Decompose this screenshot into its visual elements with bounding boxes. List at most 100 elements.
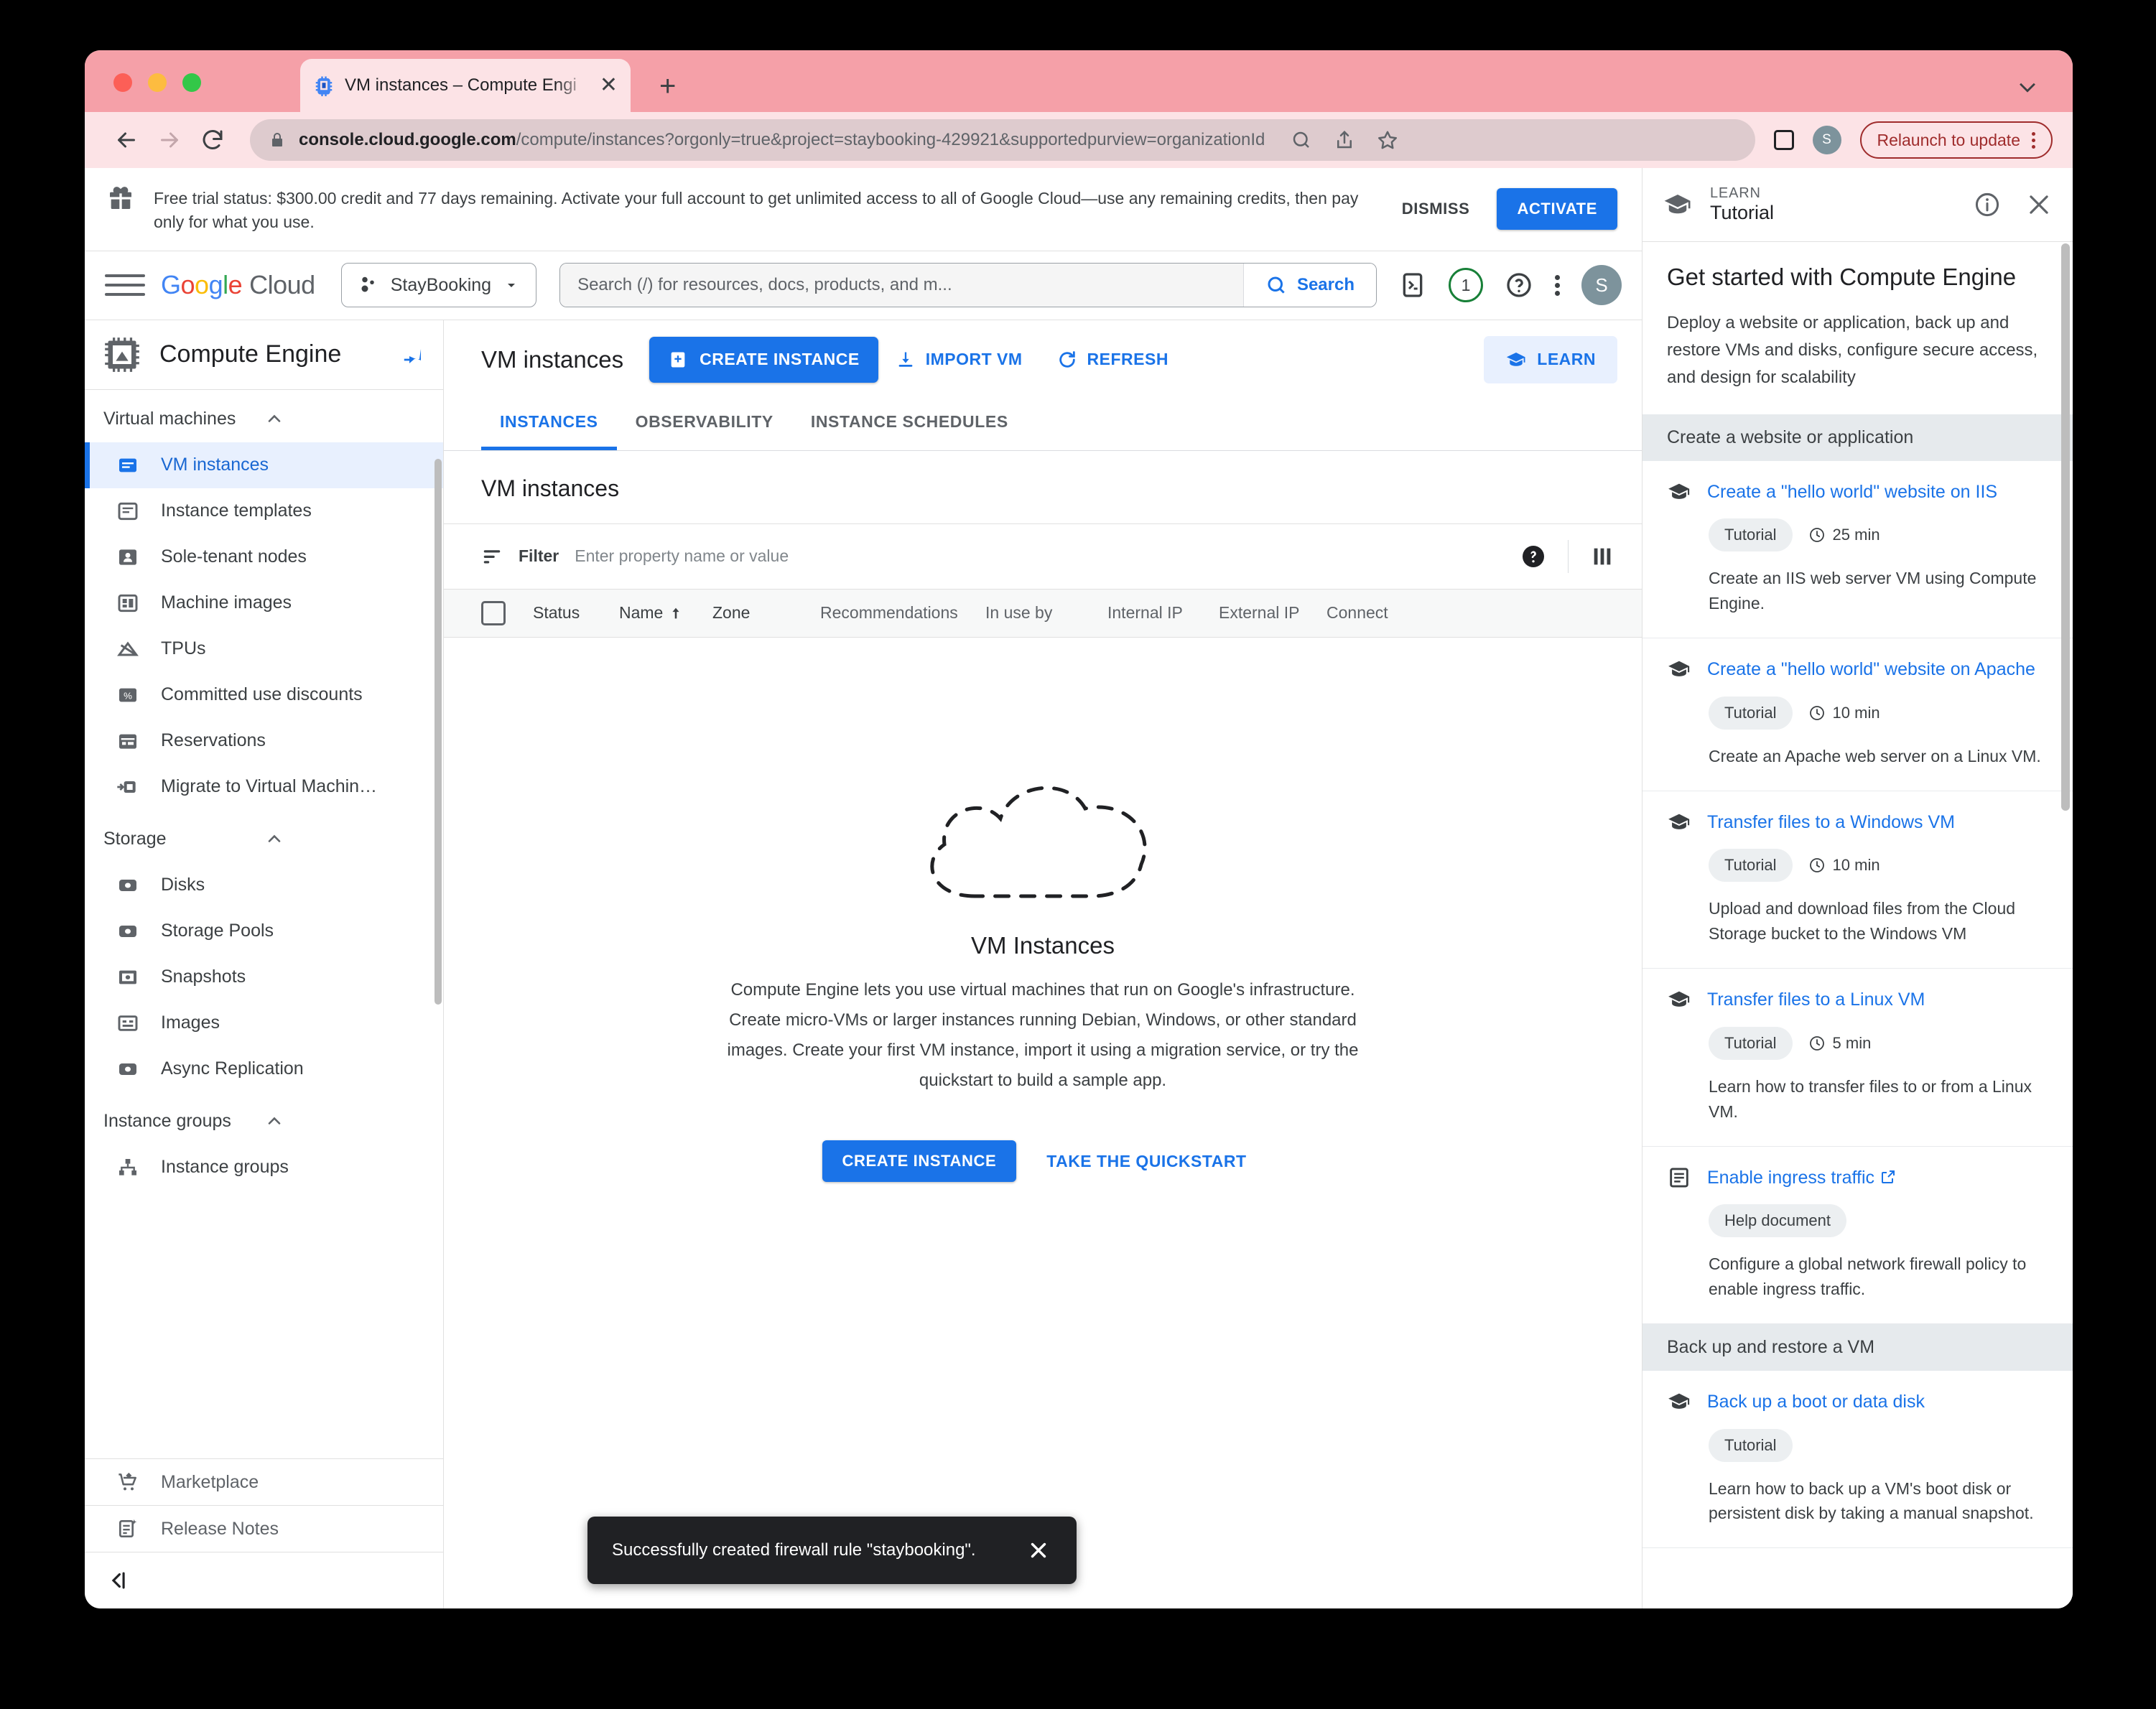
create-instance-button[interactable]: CREATE INSTANCE — [649, 337, 878, 383]
relaunch-to-update-button[interactable]: Relaunch to update — [1860, 121, 2053, 159]
search-icon[interactable] — [1291, 129, 1312, 151]
sidebar-item-snapshots[interactable]: Snapshots — [85, 954, 443, 1000]
search-button[interactable]: Search — [1243, 264, 1376, 307]
notifications-badge[interactable]: 1 — [1449, 268, 1483, 302]
select-all-checkbox[interactable] — [481, 601, 506, 625]
page-title: VM instances — [481, 346, 623, 373]
more-options-icon[interactable] — [1555, 275, 1560, 296]
toast-notification: Successfully created firewall rule "stay… — [587, 1517, 1077, 1584]
sidebar-item-machine-images[interactable]: Machine images — [85, 580, 443, 626]
toast-close-button[interactable] — [1026, 1538, 1051, 1563]
forward-button[interactable] — [148, 118, 191, 162]
gift-icon — [106, 184, 135, 213]
chevron-up-icon — [264, 1111, 425, 1131]
sidebar-item-sole-tenant-nodes[interactable]: Sole-tenant nodes — [85, 534, 443, 580]
activate-button[interactable]: ACTIVATE — [1497, 188, 1617, 230]
tutorial-card-title[interactable]: Transfer files to a Linux VM — [1707, 987, 1925, 1012]
column-header-recommendations[interactable]: Recommendations — [820, 603, 985, 623]
sidebar-group-header[interactable]: Instance groups — [85, 1092, 443, 1145]
column-header-internal-ip[interactable]: Internal IP — [1107, 603, 1219, 623]
search-input[interactable]: Search (/) for resources, docs, products… — [560, 264, 1243, 307]
column-header-status[interactable]: Status — [533, 603, 619, 623]
tab-observability[interactable]: OBSERVABILITY — [617, 396, 792, 450]
tutorial-card-link-row[interactable]: Transfer files to a Windows VM — [1667, 810, 2048, 835]
learn-button[interactable]: LEARN — [1484, 336, 1617, 383]
sidebar-item-vm-instances[interactable]: VM instances — [85, 442, 443, 488]
tutorial-card-link-row[interactable]: Create a "hello world" website on IIS — [1667, 480, 2048, 505]
tutorial-card-link-row[interactable]: Back up a boot or data disk — [1667, 1389, 2048, 1415]
column-header-external-ip[interactable]: External IP — [1219, 603, 1326, 623]
global-search[interactable]: Search (/) for resources, docs, products… — [559, 263, 1377, 307]
sidebar-scrollbar[interactable] — [435, 459, 442, 1005]
bookmark-star-icon[interactable] — [1377, 129, 1398, 151]
maximize-window-button[interactable] — [182, 73, 201, 92]
minimize-window-button[interactable] — [148, 73, 167, 92]
column-header-name-sorted[interactable]: Name — [619, 603, 712, 623]
column-display-options-icon[interactable] — [1590, 544, 1614, 569]
sidebar-item-instance-templates[interactable]: Instance templates — [85, 488, 443, 534]
tutorial-card-link-row[interactable]: Create a "hello world" website on Apache — [1667, 657, 2048, 682]
sidebar-group-header[interactable]: Virtual machines — [85, 390, 443, 442]
close-icon[interactable] — [2025, 191, 2053, 218]
sidebar-item-migrate-to-virtual-machin[interactable]: Migrate to Virtual Machin… — [85, 764, 443, 810]
tutorial-scrollbar[interactable] — [2061, 243, 2070, 811]
sidebar-item-instance-groups[interactable]: Instance groups — [85, 1145, 443, 1191]
clock-icon — [1808, 1035, 1826, 1052]
empty-create-instance-button[interactable]: CREATE INSTANCE — [822, 1140, 1017, 1182]
tutorial-card-chip: Tutorial — [1709, 697, 1793, 730]
back-button[interactable] — [105, 118, 148, 162]
reload-button[interactable] — [191, 118, 234, 162]
close-window-button[interactable] — [113, 73, 132, 92]
sidebar-item-disks[interactable]: Disks — [85, 862, 443, 908]
tab-instances[interactable]: INSTANCES — [481, 396, 617, 450]
tab-instance-schedules[interactable]: INSTANCE SCHEDULES — [792, 396, 1027, 450]
filter-icon[interactable] — [481, 546, 503, 567]
help-icon[interactable] — [1520, 544, 1546, 569]
sidebar-item-images[interactable]: Images — [85, 1000, 443, 1046]
project-selector[interactable]: StayBooking — [341, 263, 536, 307]
refresh-button[interactable]: REFRESH — [1040, 338, 1186, 381]
address-bar[interactable]: console.cloud.google.com/compute/instanc… — [250, 119, 1755, 161]
navigation-menu-icon[interactable] — [105, 265, 145, 305]
chevron-down-icon[interactable] — [2015, 75, 2040, 99]
info-icon[interactable] — [1974, 191, 2001, 218]
sidepanel-icon[interactable] — [1774, 130, 1794, 150]
column-header-connect[interactable]: Connect — [1326, 603, 1427, 623]
sidebar-group-header[interactable]: Storage — [85, 810, 443, 862]
sidebar-item-tpus[interactable]: TPUs — [85, 626, 443, 672]
tutorial-card-title[interactable]: Enable ingress traffic — [1707, 1165, 1897, 1191]
sidebar-item-release-notes[interactable]: Release Notes — [85, 1505, 443, 1552]
tutorial-card-link-row[interactable]: Enable ingress traffic — [1667, 1165, 2048, 1191]
tutorial-card-title[interactable]: Create a "hello world" website on IIS — [1707, 480, 1997, 505]
close-tab-button[interactable]: ✕ — [600, 75, 618, 96]
tutorial-header-actions — [1974, 191, 2053, 218]
cloud-shell-icon[interactable] — [1398, 271, 1427, 299]
import-vm-button[interactable]: IMPORT VM — [878, 338, 1040, 381]
new-tab-button[interactable]: + — [659, 72, 676, 101]
google-cloud-logo[interactable]: GoogleCloud — [161, 270, 315, 300]
tutorial-card-chip: Help document — [1709, 1204, 1846, 1237]
sidebar-item-committed-use-discounts[interactable]: %Committed use discounts — [85, 672, 443, 718]
sidebar-item-marketplace[interactable]: Marketplace — [85, 1458, 443, 1505]
account-avatar[interactable]: S — [1581, 265, 1622, 305]
sidebar-item-reservations[interactable]: Reservations — [85, 718, 443, 764]
browser-tab[interactable]: VM instances – Compute Engi ✕ — [300, 59, 631, 112]
filter-input[interactable]: Enter property name or value — [575, 546, 789, 566]
browser-profile-avatar[interactable]: S — [1813, 126, 1841, 154]
dismiss-button[interactable]: DISMISS — [1389, 190, 1483, 228]
tutorial-card-title[interactable]: Transfer files to a Windows VM — [1707, 810, 1955, 835]
column-header-zone[interactable]: Zone — [712, 603, 820, 623]
take-the-quickstart-link[interactable]: TAKE THE QUICKSTART — [1029, 1140, 1263, 1183]
browser-menu-icon[interactable] — [2032, 132, 2035, 149]
collapse-sidebar-icon[interactable] — [106, 1568, 422, 1593]
sidebar-item-storage-pools[interactable]: Storage Pools — [85, 908, 443, 954]
tutorial-card-title[interactable]: Create a "hello world" website on Apache — [1707, 657, 2035, 682]
sidebar-item-label: Images — [161, 1012, 220, 1033]
tutorial-card-title[interactable]: Back up a boot or data disk — [1707, 1389, 1925, 1415]
share-icon[interactable] — [1334, 129, 1355, 151]
tutorial-card-link-row[interactable]: Transfer files to a Linux VM — [1667, 987, 2048, 1012]
sidebar-item-async-replication[interactable]: Async Replication — [85, 1046, 443, 1092]
help-icon[interactable] — [1505, 271, 1533, 299]
column-header-in-use-by[interactable]: In use by — [985, 603, 1107, 623]
pin-icon[interactable] — [400, 343, 424, 367]
